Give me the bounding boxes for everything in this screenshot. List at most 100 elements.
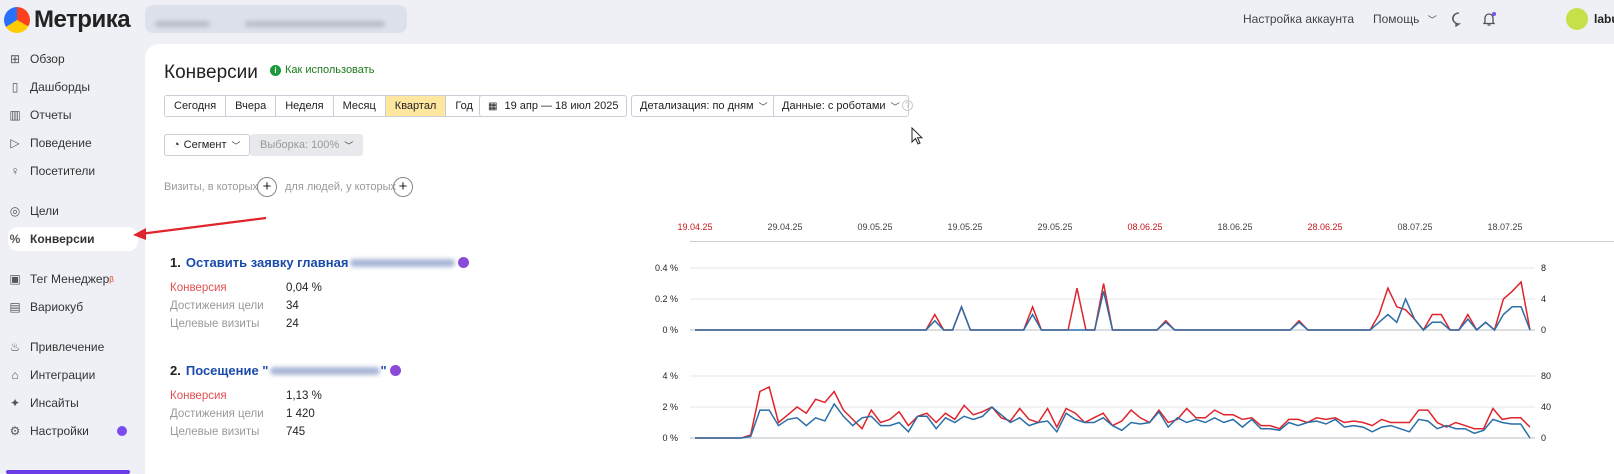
add-visits-filter-button[interactable]: + xyxy=(257,177,277,197)
sidebar-item-label: Поведение xyxy=(30,136,92,150)
metric-value: 34 xyxy=(286,300,299,312)
sidebar-item-visitors[interactable]: ♀ Посетители xyxy=(8,159,138,183)
goal-item-1: 1. Оставить заявку главная Конверсия 0,04… xyxy=(170,255,470,331)
percent-icon: % xyxy=(9,232,21,246)
account-settings-link[interactable]: Настройка аккаунта xyxy=(1243,12,1354,26)
goal-number: 2. xyxy=(170,363,181,378)
data-mode-label: Данные: с роботами xyxy=(782,100,886,112)
sidebar-item-overview[interactable]: ⊞ Обзор xyxy=(8,47,138,71)
bell-icon[interactable] xyxy=(1481,11,1497,27)
date-axis-label: 09.05.25 xyxy=(857,222,893,232)
sidebar-item-goals[interactable]: ◎ Цели xyxy=(8,199,138,223)
period-quarter-button[interactable]: Квартал xyxy=(385,96,447,116)
help-label: Помощь xyxy=(1373,12,1420,26)
date-axis-label: 08.06.25 xyxy=(1127,222,1163,232)
sidebar-item-integrations[interactable]: ⌂ Интеграции xyxy=(8,363,138,387)
goal-metrics: Конверсия 0,04 % Достижения цели 34 Целевы… xyxy=(170,281,469,331)
date-range-picker[interactable]: ▦ 19 апр — 18 июл 2025 xyxy=(479,95,628,117)
pie-icon: ◔ xyxy=(173,139,180,151)
how-to-use-link[interactable]: i Как использовать xyxy=(270,64,374,76)
segment-button[interactable]: ◔ Сегмент ﹀ xyxy=(164,134,250,156)
period-year-button[interactable]: Год xyxy=(446,96,482,116)
metric-label: Конверсия xyxy=(170,390,227,402)
metrika-logo[interactable]: Метрика xyxy=(4,6,131,34)
sidebar-item-conversions[interactable]: % Конверсии xyxy=(8,227,138,251)
sidebar-bottom-bar xyxy=(6,470,130,474)
sidebar-item-reports[interactable]: ▥ Отчеты xyxy=(8,103,138,127)
period-today-button[interactable]: Сегодня xyxy=(165,96,227,116)
info-icon: i xyxy=(270,64,281,76)
date-axis-label: 18.07.25 xyxy=(1487,222,1523,232)
top-bar: Метрика Настройка аккаунта Помощь ﹀ labu xyxy=(0,0,1614,40)
help-icon[interactable]: ? xyxy=(902,100,913,111)
beta-badge: β xyxy=(109,274,114,284)
sidebar-item-label: Цели xyxy=(30,204,59,218)
chevron-down-icon: ﹀ xyxy=(1427,15,1437,25)
metric-row: Конверсия 0,04 % xyxy=(170,281,469,295)
counter-selector[interactable] xyxy=(145,5,407,33)
metric-label: Достижения цели xyxy=(170,408,264,420)
y-left-tick-label: 0 % xyxy=(662,325,678,335)
avatar[interactable] xyxy=(1566,8,1588,30)
series-line-1 xyxy=(695,402,1531,439)
dashboard-icon: ▯ xyxy=(11,80,19,94)
user-name[interactable]: labu xyxy=(1594,12,1614,26)
chevron-down-icon: ﹀ xyxy=(758,101,768,112)
metric-row: Целевые визиты 24 xyxy=(170,317,469,331)
goal-2-chart: 4 % 80 2 % 40 0 % 0 xyxy=(662,371,1551,443)
visits-filter-label: Визиты, в которых xyxy=(164,181,258,193)
date-axis-label: 28.06.25 xyxy=(1307,222,1343,232)
help-menu[interactable]: Помощь ﹀ xyxy=(1373,12,1437,26)
detail-dropdown[interactable]: Детализация: по дням ﹀ xyxy=(631,95,777,117)
sidebar-item-label: Инсайты xyxy=(30,396,79,410)
chevron-down-icon: ﹀ xyxy=(231,140,241,151)
add-people-filter-button[interactable]: + xyxy=(393,177,413,197)
sidebar-item-label: Дашборды xyxy=(30,80,90,94)
date-axis: 19.04.25 29.04.25 09.05.25 19.05.25 29.05.25… xyxy=(677,222,1614,242)
logo-text: Метрика xyxy=(34,6,131,33)
goal-name-link[interactable]: Посещение " xyxy=(186,363,269,378)
sidebar-item-insights[interactable]: ✦ Инсайты xyxy=(8,391,138,415)
calendar-icon: ▦ xyxy=(488,100,498,112)
sidebar-item-label: Настройки xyxy=(30,424,89,438)
goal-name-redacted xyxy=(270,366,381,375)
metric-label: Целевые визиты xyxy=(170,318,260,330)
metric-row: Конверсия 1,13 % xyxy=(170,389,401,403)
chevron-down-icon: ﹀ xyxy=(344,140,354,151)
sidebar-item-variocube[interactable]: ▤ Вариокуб xyxy=(8,295,138,319)
period-month-button[interactable]: Месяц xyxy=(333,96,386,116)
goal-item-2: 2. Посещение " " Конверсия 1,13 % Достиже… xyxy=(170,363,401,439)
goal-name-link[interactable]: Оставить заявку главная xyxy=(186,255,349,270)
target-icon: ◎ xyxy=(9,204,21,218)
segment-label: Сегмент xyxy=(183,139,227,151)
mouse-cursor-icon xyxy=(911,127,923,145)
tag-manager-icon: ▣ xyxy=(9,272,21,286)
goal-title: 2. Посещение " " xyxy=(170,363,401,378)
grid-icon: ⊞ xyxy=(9,52,21,66)
y-right-tick-label: 0 xyxy=(1541,433,1546,443)
sidebar-item-label: Вариокуб xyxy=(30,300,84,314)
metric-row: Достижения цели 1 420 xyxy=(170,407,401,421)
sidebar-item-dashboards[interactable]: ▯ Дашборды xyxy=(8,75,138,99)
chevron-down-icon: ﹀ xyxy=(890,101,900,112)
data-mode-dropdown[interactable]: Данные: с роботами ﹀ xyxy=(773,95,909,117)
date-axis-label: 29.04.25 xyxy=(767,222,803,232)
period-yesterday-button[interactable]: Вчера xyxy=(226,96,277,116)
period-week-button[interactable]: Неделя xyxy=(276,96,334,116)
sample-dropdown[interactable]: Выборка: 100% ﹀ xyxy=(250,134,364,156)
date-axis-label: 19.04.25 xyxy=(677,222,713,232)
date-axis-label: 29.05.25 xyxy=(1037,222,1073,232)
chat-icon[interactable] xyxy=(1451,11,1467,27)
detail-label: Детализация: по дням xyxy=(640,100,754,112)
metric-value: 24 xyxy=(286,318,299,330)
play-icon: ▷ xyxy=(10,136,20,150)
sidebar-item-acquisition[interactable]: ♨ Привлечение xyxy=(8,335,138,359)
sidebar-item-tag-manager[interactable]: ▣ Тег Менеджер β xyxy=(8,267,138,291)
integrations-icon: ⌂ xyxy=(11,368,19,382)
gear-icon: ⚙ xyxy=(9,424,21,438)
series-line-0 xyxy=(695,280,1531,332)
how-to-use-label: Как использовать xyxy=(285,64,375,76)
date-axis-label: 18.06.25 xyxy=(1217,222,1253,232)
sidebar-item-behavior[interactable]: ▷ Поведение xyxy=(8,131,138,155)
y-right-tick-label: 4 xyxy=(1541,294,1546,304)
